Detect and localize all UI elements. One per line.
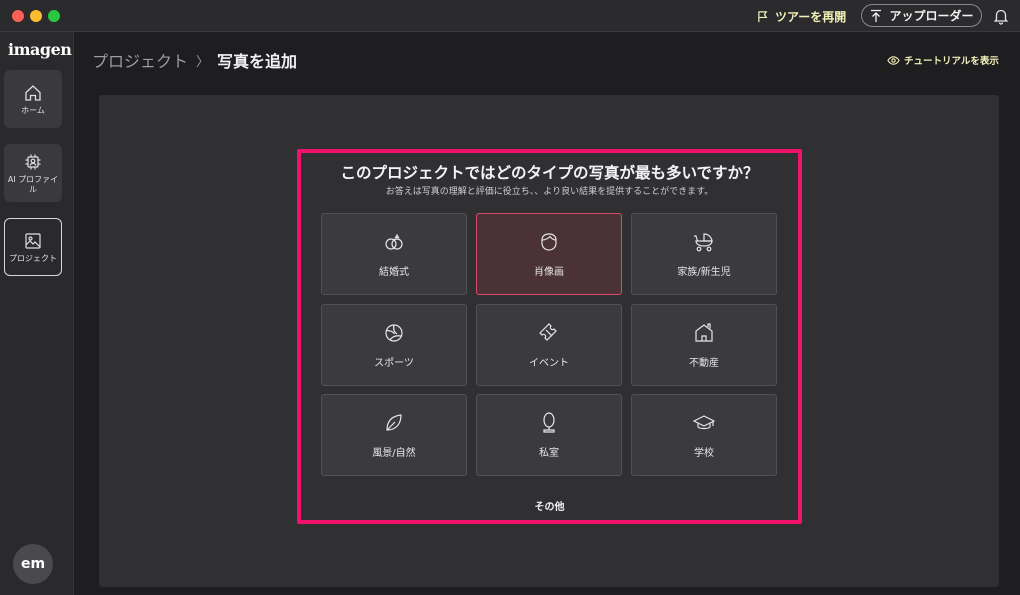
leaf-icon	[386, 414, 402, 431]
page-title: 写真を追加	[217, 52, 298, 71]
sidebar-item-ai-profile[interactable]: AI プロファイル	[4, 144, 62, 202]
question-subtitle: お答えは写真の理解と評価に役立ち、、より良い結果を提供することができます。	[385, 187, 714, 197]
volleyball-icon	[385, 324, 403, 342]
category-label: 不動産	[689, 358, 719, 369]
home-icon	[25, 84, 41, 101]
breadcrumb-chevron-icon: 〉	[196, 54, 210, 70]
show-tutorial-button[interactable]: チュートリアルを表示	[887, 52, 999, 68]
breadcrumb-projects-link[interactable]: プロジェクト	[92, 48, 188, 72]
category-label: 家族/新生児	[677, 267, 731, 278]
maximize-window-button[interactable]	[48, 10, 60, 22]
ai-chip-icon	[25, 154, 41, 170]
image-icon	[25, 233, 41, 249]
category-label: 風景/自然	[372, 448, 416, 459]
mirror-icon	[543, 412, 555, 433]
resume-tour-label: ツアーを再開	[775, 9, 847, 24]
minimize-window-button[interactable]	[30, 10, 42, 22]
app-logo: imagen	[8, 40, 72, 59]
category-landscape-nature[interactable]: 風景/自然	[321, 394, 467, 476]
category-label: イベント	[529, 358, 569, 369]
eye-icon	[887, 55, 900, 65]
sidebar: imagen ホーム AI プロファイル プロジェクト em	[0, 32, 74, 595]
category-event[interactable]: イベント	[476, 304, 622, 386]
title-bar: ツアーを再開 アップローダー	[0, 0, 1020, 32]
user-avatar[interactable]: em	[13, 544, 53, 584]
category-label: スポーツ	[374, 358, 414, 369]
close-window-button[interactable]	[12, 10, 24, 22]
uploader-button[interactable]: アップローダー	[861, 4, 982, 27]
baby-stroller-icon	[694, 233, 713, 252]
category-sports[interactable]: スポーツ	[321, 304, 467, 386]
sidebar-item-label: プロジェクト	[9, 253, 57, 263]
question-heading: このプロジェクトではどのタイプの写真が最も多いですか？	[340, 164, 759, 182]
portrait-icon	[541, 233, 557, 251]
category-family-newborn[interactable]: 家族/新生児	[631, 213, 777, 295]
ticket-icon	[539, 323, 557, 341]
bell-icon[interactable]	[992, 7, 1010, 25]
category-label: 学校	[694, 448, 714, 459]
house-icon	[695, 323, 713, 342]
graduation-cap-icon	[692, 415, 716, 430]
other-category-button[interactable]: その他	[301, 498, 798, 513]
sidebar-item-home[interactable]: ホーム	[4, 70, 62, 128]
flag-icon	[758, 10, 768, 22]
wedding-rings-icon	[385, 233, 403, 250]
breadcrumb: プロジェクト 〉 写真を追加	[92, 49, 297, 71]
resume-tour-button[interactable]: ツアーを再開	[757, 7, 846, 25]
category-wedding[interactable]: 結婚式	[321, 213, 467, 295]
sidebar-item-label: ホーム	[21, 105, 45, 115]
category-school[interactable]: 学校	[631, 394, 777, 476]
category-portrait[interactable]: 肖像画	[476, 213, 622, 295]
sidebar-item-label: AI プロファイル	[7, 174, 59, 194]
category-label: 私室	[539, 448, 559, 459]
upload-icon	[871, 9, 882, 22]
category-real-estate[interactable]: 不動産	[631, 304, 777, 386]
category-label: 結婚式	[379, 267, 409, 278]
category-label: 肖像画	[534, 267, 564, 278]
category-boudoir[interactable]: 私室	[476, 394, 622, 476]
uploader-label: アップローダー	[889, 9, 974, 23]
sidebar-item-projects[interactable]: プロジェクト	[4, 218, 62, 276]
show-tutorial-label: チュートリアルを表示	[904, 56, 999, 67]
